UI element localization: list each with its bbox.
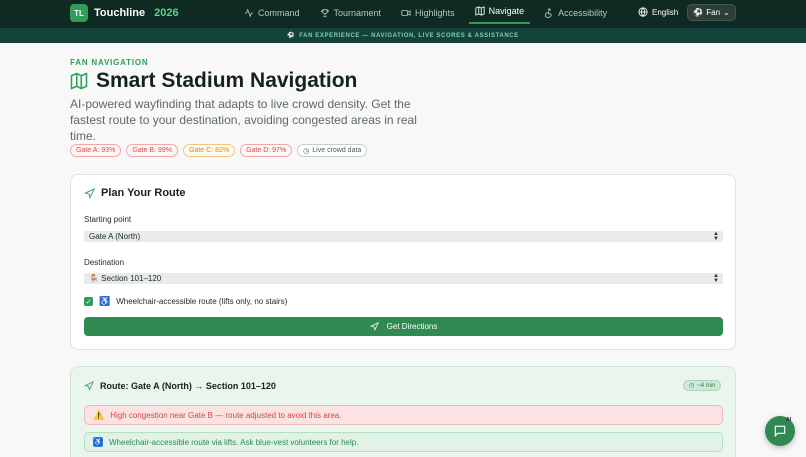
wheelchair-option[interactable]: ✓ ♿ Wheelchair-accessible route (lifts o…	[84, 296, 287, 307]
navigation-arrow-icon	[369, 322, 379, 331]
nav-item-highlights[interactable]: Highlights	[395, 0, 461, 26]
chat-icon	[774, 425, 786, 438]
experience-banner: ⚽ FAN EXPERIENCE — NAVIGATION, LIVE SCOR…	[0, 28, 806, 43]
navigation-arrow-icon	[84, 381, 94, 391]
gate-chip: Gate A: 93%	[70, 144, 122, 157]
starting-point-select[interactable]: Gate A (North) ▲ ▼	[84, 231, 723, 242]
chevron-down-icon: ⌄	[723, 8, 730, 17]
nav-label: Accessibility	[558, 8, 608, 18]
gate-status-chips: Gate A: 93% Gate B: 99% Gate C: 82% Gate…	[70, 144, 368, 157]
live-data-label: Live crowd data	[312, 147, 362, 154]
language-selector[interactable]: English	[638, 7, 678, 17]
top-navigation-bar: TL Touchline 2026 Command Tournament Hig…	[0, 0, 806, 28]
accessibility-icon	[545, 8, 553, 18]
plan-route-card: Plan Your Route Starting point Gate A (N…	[70, 174, 736, 350]
soccer-ball-icon: ⚽	[287, 33, 296, 39]
trophy-icon	[320, 9, 329, 17]
brand-year: 2026	[154, 7, 179, 19]
select-arrows-icon: ▲ ▼	[713, 272, 719, 284]
main-nav: Command Tournament Highlights Navigate A…	[238, 0, 621, 28]
route-result-card: Route: Gate A (North) → Section 101–120 …	[70, 366, 736, 457]
nav-label: Highlights	[415, 8, 455, 18]
gate-chip: Gate C: 82%	[183, 144, 236, 157]
brand-name: Touchline	[94, 7, 146, 19]
navigation-arrow-icon	[84, 187, 95, 199]
select-arrows-icon: ▲ ▼	[713, 230, 719, 242]
nav-label: Command	[258, 8, 300, 18]
congestion-alert: ⚠️ High congestion near Gate B — route a…	[84, 405, 723, 425]
destination-label: Destination	[84, 258, 125, 267]
page-eyebrow: FAN NAVIGATION	[70, 58, 149, 67]
nav-label: Navigate	[488, 6, 525, 16]
soccer-ball-icon: ⚽	[693, 8, 704, 17]
starting-point-value: Gate A (North)	[89, 232, 141, 241]
route-title-row: Route: Gate A (North) → Section 101–120	[84, 381, 276, 391]
nav-item-command[interactable]: Command	[238, 0, 306, 26]
starting-point-label: Starting point	[84, 215, 132, 224]
nav-item-accessibility[interactable]: Accessibility	[538, 0, 613, 26]
gate-chip: Gate B: 99%	[126, 144, 179, 157]
globe-icon	[638, 7, 648, 17]
page-title: Smart Stadium Navigation	[96, 69, 358, 92]
brand[interactable]: TL Touchline 2026	[70, 4, 179, 22]
banner-text: FAN EXPERIENCE — NAVIGATION, LIVE SCORES…	[299, 32, 519, 39]
accessibility-info: ♿ Wheelchair-accessible route via lifts.…	[84, 432, 723, 452]
clock-icon: ◷	[689, 383, 695, 389]
ai-badge: AI	[786, 417, 791, 423]
wheelchair-icon: ♿	[99, 296, 111, 306]
wheelchair-icon: ♿	[93, 437, 103, 447]
nav-item-navigate[interactable]: Navigate	[468, 0, 531, 24]
eta-badge: ◷ ~4 min	[683, 380, 722, 391]
page-subtitle: AI-powered wayfinding that adapts to liv…	[70, 97, 417, 143]
eta-value: ~4 min	[697, 382, 716, 389]
map-icon	[474, 6, 485, 16]
clock-icon: ◷	[303, 147, 310, 155]
wheelchair-label: Wheelchair-accessible route (lifts only,…	[116, 297, 288, 306]
role-dropdown[interactable]: ⚽ Fan ⌄	[687, 4, 736, 21]
video-icon	[401, 10, 411, 16]
live-data-chip: ◷ Live crowd data	[297, 144, 368, 157]
destination-value: 🪑 Section 101–120	[89, 274, 162, 283]
route-title: Route: Gate A (North) → Section 101–120	[100, 381, 276, 391]
accessibility-info-text: Wheelchair-accessible route via lifts. A…	[109, 437, 359, 447]
warning-icon: ⚠️	[93, 409, 105, 420]
get-directions-label: Get Directions	[386, 322, 438, 331]
page-title-row: Smart Stadium Navigation	[70, 69, 357, 93]
card-title-row: Plan Your Route	[84, 187, 186, 199]
gate-chip: Gate D: 97%	[240, 144, 293, 157]
role-label: Fan	[706, 8, 721, 17]
language-label: English	[652, 7, 679, 17]
wheelchair-checkbox[interactable]: ✓	[84, 297, 93, 306]
nav-item-tournament[interactable]: Tournament	[314, 0, 388, 26]
congestion-alert-text: High congestion near Gate B — route adju…	[110, 410, 342, 420]
destination-select[interactable]: 🪑 Section 101–120 ▲ ▼	[84, 273, 723, 284]
map-icon	[70, 72, 88, 90]
get-directions-button[interactable]: Get Directions	[84, 317, 723, 336]
card-title: Plan Your Route	[101, 187, 186, 199]
activity-icon	[244, 8, 254, 18]
nav-label: Tournament	[333, 8, 382, 18]
logo-icon: TL	[70, 4, 88, 22]
